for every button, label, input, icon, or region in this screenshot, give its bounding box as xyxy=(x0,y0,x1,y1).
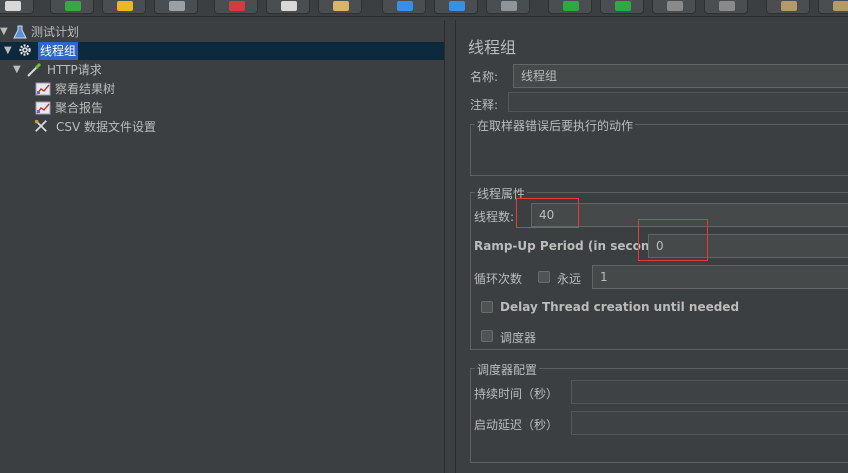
thread-group-panel: 线程组 名称: 线程组 注释: 在取样器错误后要执行的动作 线程属性 线程数: … xyxy=(458,20,848,473)
delay-thread-label: Delay Thread creation until needed xyxy=(500,300,740,314)
flask-icon xyxy=(13,25,27,39)
expand-arrow-icon[interactable]: ▼ xyxy=(0,23,10,41)
chart-icon xyxy=(35,82,51,96)
tree-item-test-plan[interactable]: ▼ 测试计划 xyxy=(0,23,444,41)
tools-icon xyxy=(34,119,47,132)
clear-icon[interactable] xyxy=(766,0,810,14)
templates-icon[interactable] xyxy=(50,0,94,14)
highlight-box xyxy=(638,219,708,261)
forever-checkbox[interactable] xyxy=(538,271,550,283)
toolbar xyxy=(0,0,848,17)
start-icon[interactable] xyxy=(548,0,592,14)
paste-icon[interactable] xyxy=(318,0,362,14)
group-title: 在取样器错误后要执行的动作 xyxy=(475,117,636,134)
loop-count-input[interactable]: 1 xyxy=(592,265,848,289)
open-icon[interactable] xyxy=(102,0,146,14)
new-icon[interactable] xyxy=(0,0,34,14)
tree-item-label: 聚合报告 xyxy=(55,101,104,115)
name-label: 名称: xyxy=(470,70,499,84)
tree-item-label: 察看结果树 xyxy=(55,82,116,96)
cut-icon[interactable] xyxy=(214,0,258,14)
tree-item-label: HTTP请求 xyxy=(47,63,102,77)
comment-label: 注释: xyxy=(470,98,499,112)
shutdown-icon[interactable] xyxy=(704,0,748,14)
name-input[interactable]: 线程组 xyxy=(513,64,848,88)
duration-input[interactable] xyxy=(571,380,848,404)
loop-count-label: 循环次数 xyxy=(474,272,523,286)
toggle-icon[interactable] xyxy=(486,0,530,14)
test-plan-tree[interactable]: ▼ 测试计划 ▼ 线程组 ▼ HTTP请求 察看结果树 聚合报告 CSV 数据文… xyxy=(0,20,444,473)
collapse-icon[interactable] xyxy=(434,0,478,14)
expand-arrow-icon[interactable]: ▼ xyxy=(13,61,23,79)
tree-item-http-request[interactable]: ▼ HTTP请求 xyxy=(0,61,444,79)
tree-item-label: 测试计划 xyxy=(31,25,80,39)
page-title: 线程组 xyxy=(468,38,517,57)
tree-item-csv-data-set[interactable]: CSV 数据文件设置 xyxy=(0,118,444,136)
copy-icon[interactable] xyxy=(266,0,310,14)
scheduler-checkbox[interactable] xyxy=(481,330,493,342)
start-no-pause-icon[interactable] xyxy=(600,0,644,14)
group-title: 调度器配置 xyxy=(475,361,540,378)
scheduler-label: 调度器 xyxy=(500,331,537,345)
threads-label: 线程数: xyxy=(474,210,515,224)
stop-icon[interactable] xyxy=(652,0,696,14)
gear-icon xyxy=(19,44,31,56)
clear-all-icon[interactable] xyxy=(818,0,848,14)
pipette-icon xyxy=(27,63,42,77)
forever-label: 永远 xyxy=(557,272,582,286)
tree-item-aggregate-report[interactable]: 聚合报告 xyxy=(0,99,444,117)
startup-delay-input[interactable] xyxy=(571,411,848,435)
tree-item-label: CSV 数据文件设置 xyxy=(56,120,157,134)
save-icon[interactable] xyxy=(154,0,198,14)
comment-input[interactable] xyxy=(508,92,848,112)
highlight-box xyxy=(516,198,579,228)
expand-icon[interactable] xyxy=(382,0,426,14)
duration-label: 持续时间（秒） xyxy=(474,387,559,401)
chart-icon xyxy=(35,101,51,115)
delay-thread-checkbox[interactable] xyxy=(481,301,493,313)
tree-item-view-results-tree[interactable]: 察看结果树 xyxy=(0,80,444,98)
panel-splitter[interactable] xyxy=(444,20,456,473)
expand-arrow-icon[interactable]: ▼ xyxy=(4,42,14,60)
tree-item-label: 线程组 xyxy=(38,42,79,60)
error-action-group: 在取样器错误后要执行的动作 xyxy=(470,117,848,176)
startup-delay-label: 启动延迟（秒） xyxy=(474,418,559,432)
tree-item-thread-group[interactable]: ▼ 线程组 xyxy=(0,42,444,60)
